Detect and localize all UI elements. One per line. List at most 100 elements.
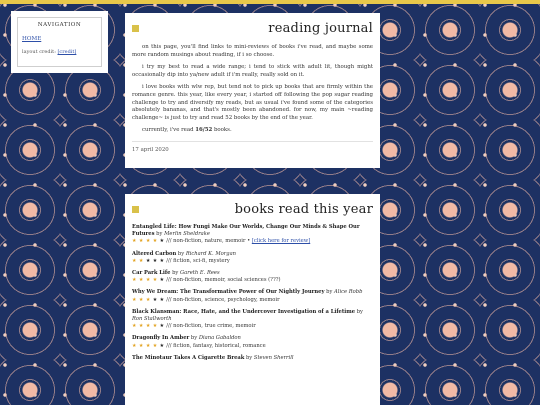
- star-empty-icon: ★: [152, 296, 158, 303]
- book-by-label: by: [356, 308, 363, 315]
- star-empty-icon: ★: [159, 277, 165, 284]
- book-author: Diana Gabaldon: [198, 335, 241, 342]
- star-filled-icon: ★: [152, 323, 158, 330]
- book-by-label: by: [156, 231, 163, 238]
- star-rating: ★ ★ ★ ★ ★: [132, 258, 165, 264]
- star-empty-icon: ★: [159, 238, 165, 245]
- tag-separator: ///: [166, 257, 172, 264]
- page-title: reading journal: [268, 21, 373, 36]
- top-accent-bar: [0, 0, 540, 4]
- star-filled-icon: ★: [132, 238, 137, 245]
- tag-separator: ///: [166, 277, 172, 284]
- book-tags: non-fiction, true crime, memoir: [173, 323, 256, 330]
- book-entry: Black Klansman: Race, Hate, and the Unde…: [132, 309, 373, 331]
- book-title: Dragonfly In Amber: [132, 335, 190, 342]
- star-filled-icon: ★: [152, 342, 158, 349]
- navigation-panel: NAVIGATION HOME layout credit: [credit]: [11, 11, 108, 73]
- book-tags: fiction, fantasy, historical, romance: [173, 342, 266, 349]
- star-rating: ★ ★ ★ ★ ★: [132, 277, 165, 283]
- post-date: 17 april 2020: [132, 140, 373, 153]
- navigation-inner: NAVIGATION HOME layout credit: [credit]: [17, 17, 102, 67]
- star-filled-icon: ★: [138, 296, 144, 303]
- book-entry: Altered Carbon by Richard K. Morgan ★ ★ ★…: [132, 251, 373, 265]
- book-author: Gareth E. Rees: [180, 270, 220, 277]
- intro-paragraph-4: currently, i've read 16/52 books.: [132, 127, 373, 135]
- book-tags: non-fiction, nature, memoir: [173, 238, 246, 245]
- layout-credit-label: layout credit:: [22, 49, 56, 55]
- star-filled-icon: ★: [138, 277, 144, 284]
- star-filled-icon: ★: [145, 277, 151, 284]
- star-filled-icon: ★: [145, 296, 151, 303]
- star-filled-icon: ★: [132, 257, 137, 264]
- book-author: Alice Robb: [334, 289, 363, 296]
- intro-card-header: reading journal: [132, 21, 373, 39]
- tag-separator: ///: [166, 296, 172, 303]
- books-section-title: books read this year: [234, 202, 373, 217]
- star-empty-icon: ★: [145, 257, 151, 264]
- book-title: Altered Carbon: [132, 250, 177, 257]
- star-filled-icon: ★: [138, 342, 144, 349]
- nav-home-link[interactable]: HOME: [22, 36, 97, 42]
- progress-count: 16/52: [195, 127, 213, 134]
- book-author: Ron Stallworth: [132, 316, 172, 323]
- star-filled-icon: ★: [138, 323, 144, 330]
- tag-separator: ///: [166, 323, 172, 330]
- progress-prefix: currently, i've read: [142, 127, 194, 134]
- book-entry: Entangled Life: How Fungi Make Our World…: [132, 224, 360, 245]
- book-list: Entangled Life: How Fungi Make Our World…: [132, 224, 373, 362]
- title-marker-square: [132, 206, 139, 213]
- book-title: Car Park Life: [132, 270, 171, 277]
- book-title: Black Klansman: Race, Hate, and the Unde…: [132, 308, 356, 315]
- star-filled-icon: ★: [132, 342, 137, 349]
- star-filled-icon: ★: [145, 323, 151, 330]
- tag-separator: ///: [166, 238, 172, 245]
- book-title: Why We Dream: The Transformative Power o…: [132, 289, 325, 296]
- book-author: Richard K. Morgan: [185, 250, 237, 257]
- book-entry: The Minotaur Takes A Cigarette Break by …: [132, 355, 373, 362]
- star-empty-icon: ★: [159, 342, 165, 349]
- star-rating: ★ ★ ★ ★ ★: [132, 343, 165, 349]
- book-tags: non-fiction, memoir, social sciences (??…: [173, 277, 281, 284]
- intro-card: reading journal on this page, you'll fin…: [125, 13, 380, 168]
- intro-paragraph-3: i love books with wlw rep, but tend not …: [132, 84, 373, 121]
- star-filled-icon: ★: [145, 342, 151, 349]
- book-by-label: by: [326, 289, 333, 296]
- star-filled-icon: ★: [145, 238, 151, 245]
- star-filled-icon: ★: [132, 277, 137, 284]
- layout-credit: layout credit: [credit]: [22, 49, 97, 55]
- book-by-label: by: [172, 270, 179, 277]
- book-title: The Minotaur Takes A Cigarette Break: [132, 354, 245, 361]
- star-filled-icon: ★: [138, 257, 144, 264]
- navigation-title: NAVIGATION: [37, 22, 82, 28]
- star-filled-icon: ★: [132, 296, 137, 303]
- book-entry: Why We Dream: The Transformative Power o…: [132, 289, 373, 303]
- book-entry: Car Park Life by Gareth E. Rees ★ ★ ★ ★ ★…: [132, 270, 373, 284]
- book-tags: non-fiction, science, psychology, memoir: [173, 296, 280, 303]
- book-author: Steven Sherrill: [253, 354, 294, 361]
- book-by-label: by: [190, 335, 198, 342]
- book-by-label: by: [245, 354, 253, 361]
- book-by-label: by: [177, 250, 185, 257]
- star-rating: ★ ★ ★ ★ ★: [132, 238, 165, 244]
- intro-paragraph-1: on this page, you'll find links to mini-…: [132, 44, 373, 58]
- star-rating: ★ ★ ★ ★ ★: [132, 297, 165, 303]
- progress-suffix: books.: [213, 127, 232, 134]
- book-entry: Dragonfly In Amber by Diana Gabaldon ★ ★ …: [132, 335, 373, 349]
- books-card-header: books read this year: [132, 202, 373, 220]
- title-marker-square: [132, 25, 139, 32]
- book-tags: fiction, sci-fi, mystery: [173, 257, 230, 264]
- star-filled-icon: ★: [132, 323, 137, 330]
- star-empty-icon: ★: [152, 257, 158, 264]
- book-author: Merlin Sheldrake: [164, 231, 210, 238]
- books-card: books read this year Entangled Life: How…: [125, 194, 380, 405]
- star-empty-icon: ★: [159, 296, 165, 303]
- review-link[interactable]: [click here for review]: [252, 238, 310, 244]
- star-rating: ★ ★ ★ ★ ★: [132, 323, 165, 329]
- intro-paragraph-2: i try my best to read a wide range; i te…: [132, 64, 373, 78]
- star-empty-icon: ★: [159, 323, 165, 330]
- star-empty-icon: ★: [159, 257, 165, 264]
- tag-separator: ///: [166, 342, 172, 349]
- layout-credit-link[interactable]: [credit]: [57, 49, 76, 55]
- star-filled-icon: ★: [138, 238, 144, 245]
- star-filled-icon: ★: [152, 277, 158, 284]
